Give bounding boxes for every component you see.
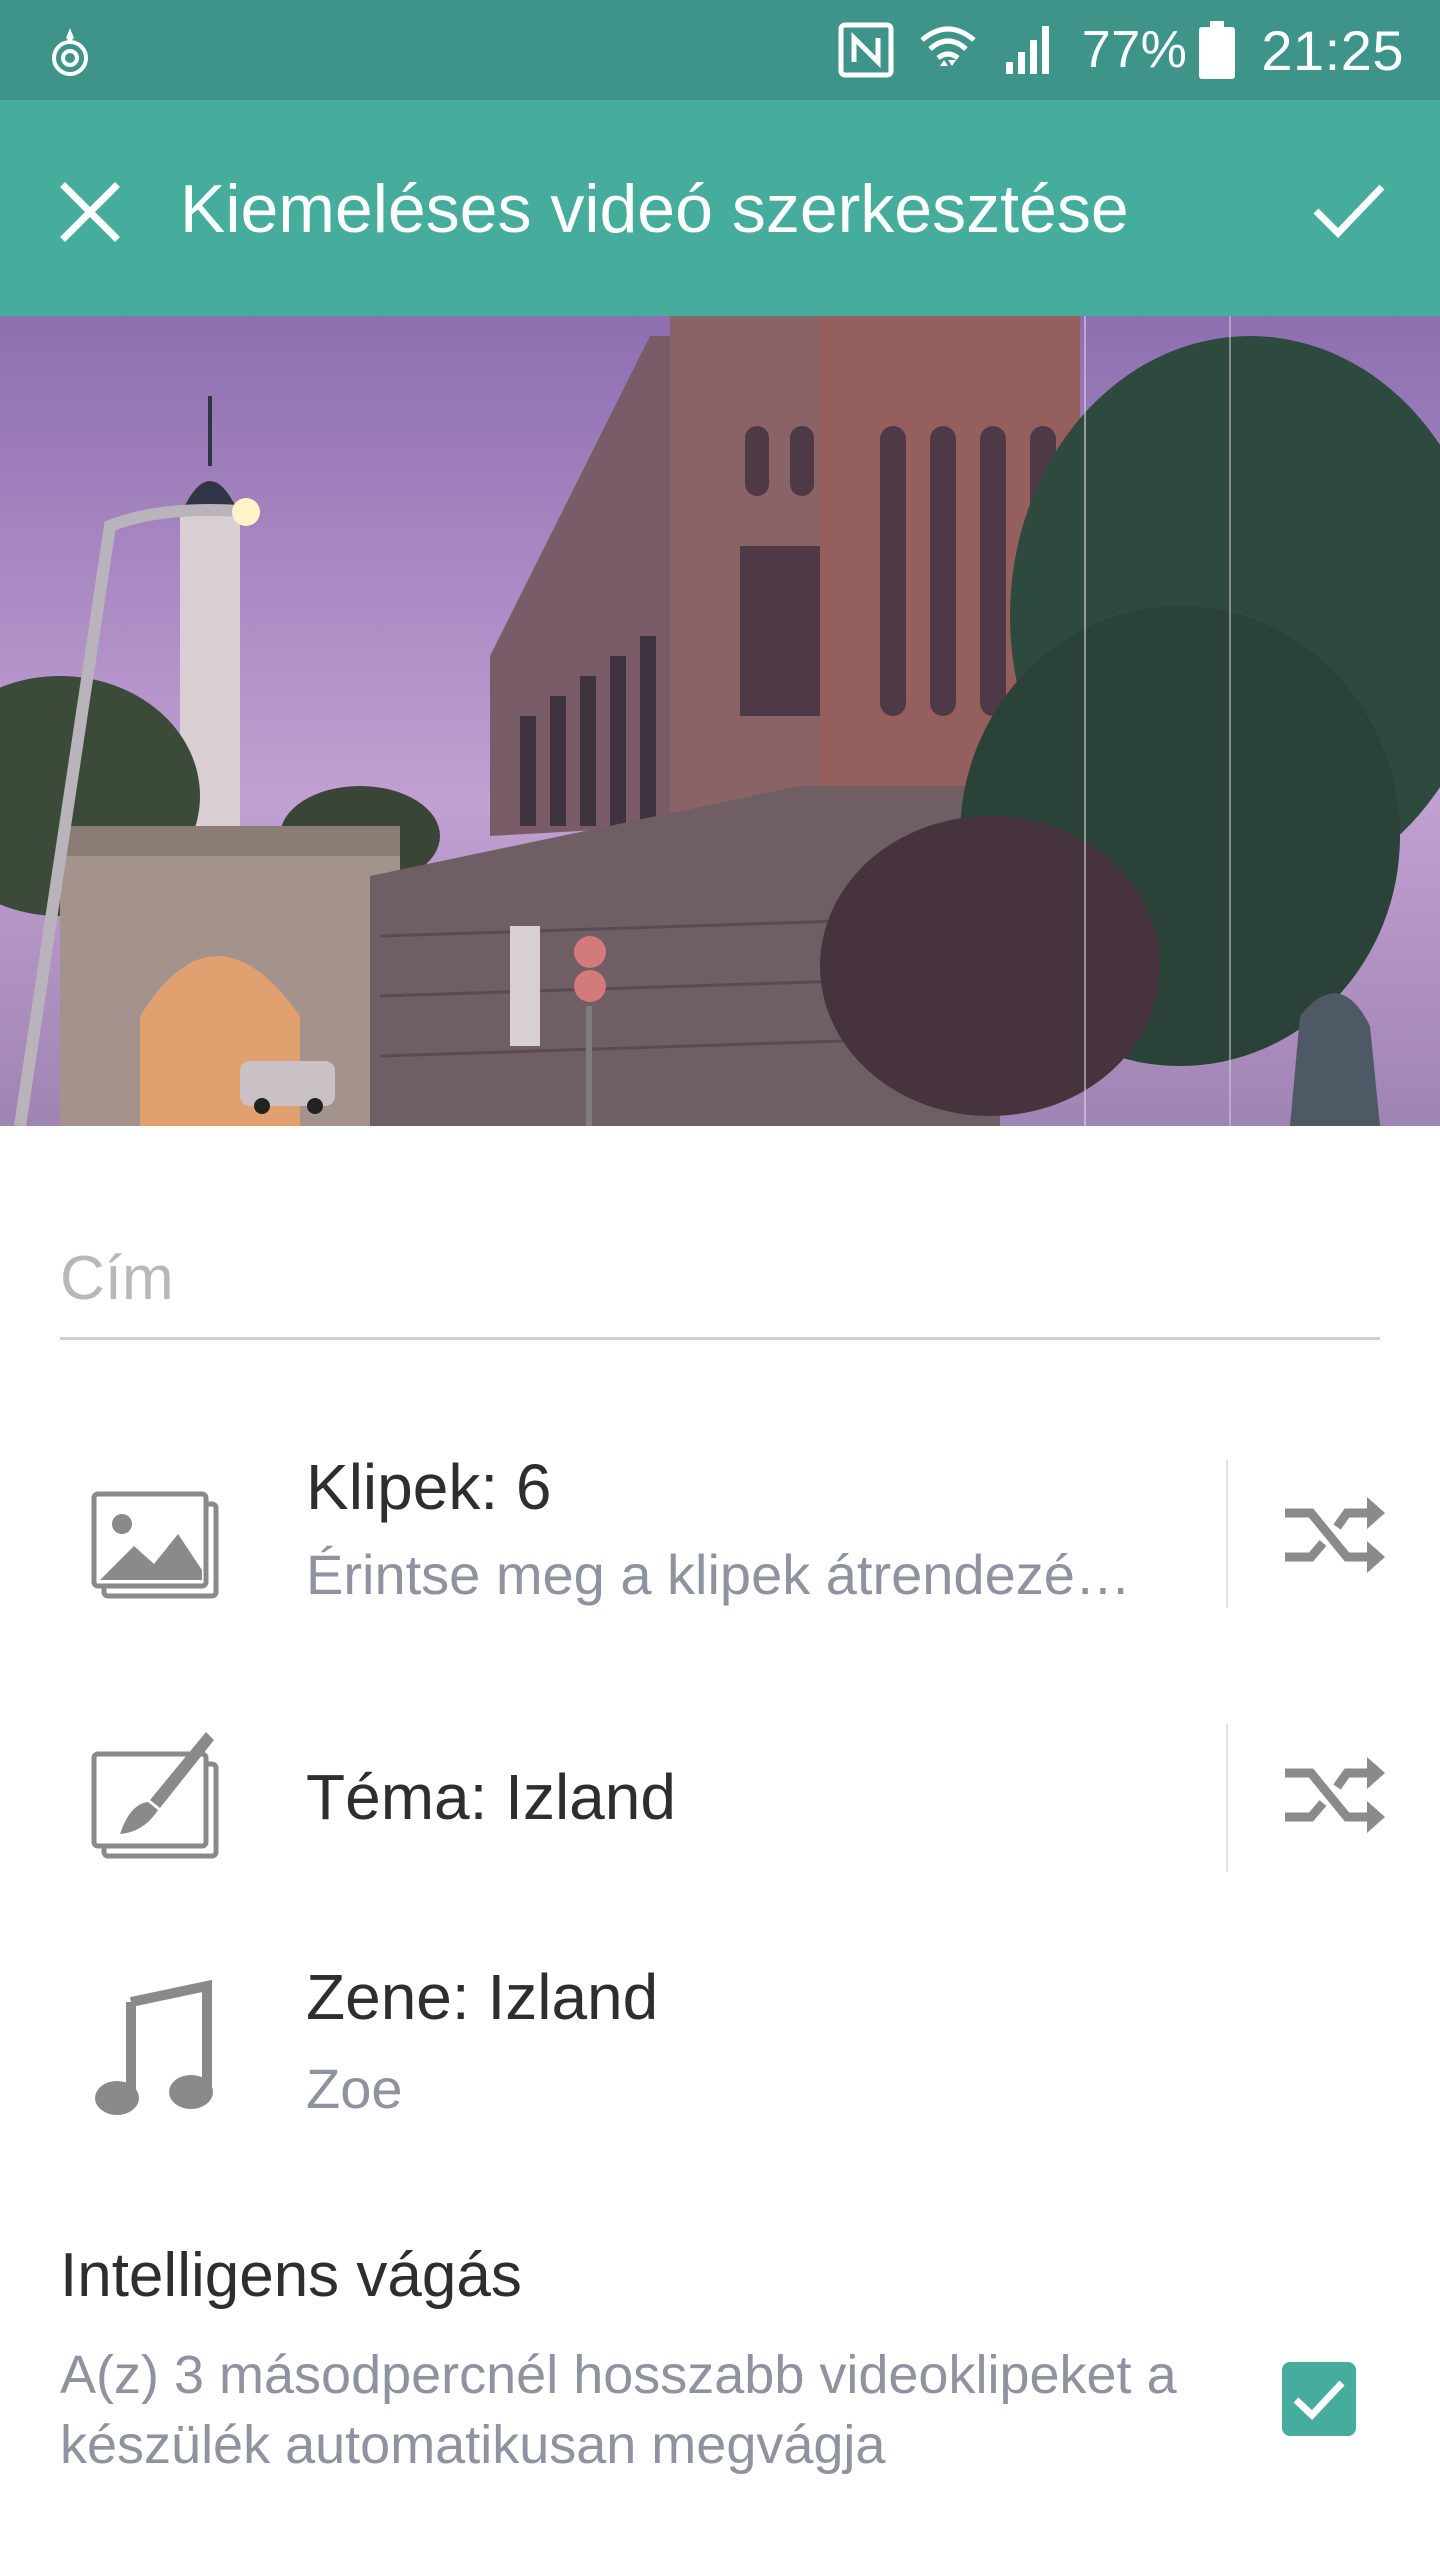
close-icon: [60, 182, 120, 242]
theme-shuffle-button[interactable]: [1270, 1730, 1400, 1860]
status-bar: 77% 21:25: [0, 0, 1440, 100]
clips-subtitle: Érintse meg a klipek átrendezé…: [306, 1543, 1131, 1606]
status-time: 21:25: [1261, 18, 1404, 82]
theme-divider: [1226, 1724, 1228, 1872]
clips-shuffle-button[interactable]: [1270, 1470, 1400, 1600]
theme-row[interactable]: Téma: Izland: [0, 1720, 1440, 1872]
image-stack-icon: [80, 1470, 230, 1620]
smart-cut-checkbox[interactable]: [1282, 2362, 1356, 2436]
paintbrush-canvas-icon: [80, 1720, 230, 1870]
battery-percent: 77%: [1081, 21, 1188, 79]
notification-app-icon: [46, 24, 94, 80]
music-row[interactable]: Zene: Izland Zoe: [0, 1950, 1440, 2150]
title-field[interactable]: [60, 1220, 1380, 1340]
wifi-icon: [918, 22, 978, 78]
checkmark-icon: [1293, 2380, 1345, 2420]
title-input[interactable]: [60, 1220, 1380, 1337]
smart-cut-setting[interactable]: Intelligens vágás A(z) 3 másodpercnél ho…: [60, 2230, 1380, 2560]
close-button[interactable]: [42, 164, 138, 260]
theme-title: Téma: Izland: [306, 1761, 676, 1833]
signal-icon: [1002, 22, 1058, 78]
shuffle-icon: [1285, 1497, 1385, 1573]
clips-row[interactable]: Klipek: 6 Érintse meg a klipek átrendezé…: [0, 1430, 1440, 1660]
clips-divider: [1226, 1460, 1228, 1608]
app-bar: Kiemeléses videó szerkesztése: [0, 100, 1440, 316]
shuffle-icon: [1285, 1757, 1385, 1833]
video-preview-image[interactable]: [0, 316, 1440, 1126]
music-title: Zene: Izland: [306, 1961, 659, 2033]
smart-cut-title: Intelligens vágás: [60, 2241, 522, 2310]
page-title: Kiemeléses videó szerkesztése: [180, 171, 1129, 247]
confirm-button[interactable]: [1294, 160, 1404, 260]
nfc-icon: [838, 22, 894, 78]
battery-icon: [1199, 21, 1236, 79]
music-note-icon: [80, 1975, 230, 2125]
music-subtitle: Zoe: [306, 2057, 403, 2120]
checkmark-icon: [1313, 184, 1385, 239]
clips-title: Klipek: 6: [306, 1451, 552, 1523]
smart-cut-description: A(z) 3 másodpercnél hosszabb videoklipek…: [60, 2345, 1177, 2475]
